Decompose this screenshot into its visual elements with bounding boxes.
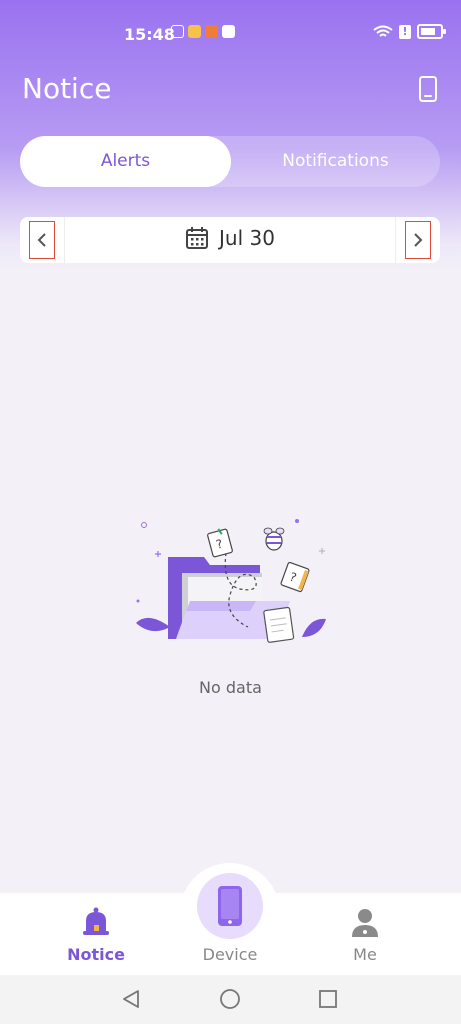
battery-icon — [417, 24, 446, 39]
previous-date-button[interactable] — [20, 217, 65, 263]
chevron-left-icon — [37, 233, 46, 247]
phone-icon — [218, 886, 242, 926]
chevron-right-icon — [414, 233, 423, 247]
back-icon — [123, 990, 139, 1008]
weibo-icon — [188, 25, 201, 38]
system-navigation-bar — [0, 975, 461, 1024]
next-date-highlight — [405, 221, 431, 259]
nav-label-device: Device — [202, 945, 258, 964]
tab-switcher: Alerts Notifications — [20, 136, 440, 187]
bottom-navigation: Notice Device Me — [0, 863, 461, 975]
status-app-icons — [171, 25, 235, 38]
nav-label-notice: Notice — [67, 945, 125, 964]
date-navigator: Jul 30 — [20, 217, 440, 263]
status-bar: 15:48 ! — [0, 0, 461, 52]
device-circle — [197, 873, 263, 939]
empty-state-text: No data — [199, 678, 262, 697]
recents-icon — [319, 990, 337, 1008]
system-back-button[interactable] — [119, 987, 143, 1011]
phone-icon — [419, 76, 437, 102]
status-right-icons: ! — [373, 24, 446, 39]
alert-icon: ! — [399, 24, 411, 39]
home-icon — [220, 989, 240, 1009]
tab-alerts[interactable]: Alerts — [20, 136, 231, 187]
tab-notifications[interactable]: Notifications — [231, 136, 440, 187]
calendar-icon — [186, 227, 208, 249]
system-home-button[interactable] — [218, 987, 242, 1011]
system-recents-button[interactable] — [316, 987, 340, 1011]
person-icon — [352, 909, 378, 937]
next-date-button[interactable] — [395, 217, 440, 263]
date-display[interactable]: Jul 30 — [185, 226, 275, 250]
video-app-icon — [205, 25, 218, 38]
page-title: Notice — [22, 72, 112, 105]
message-app-icon — [222, 25, 235, 38]
date-label: Jul 30 — [219, 226, 275, 250]
nav-label-me: Me — [353, 945, 377, 964]
wifi-icon — [373, 25, 393, 37]
bell-icon — [83, 907, 109, 935]
app-grid-icon — [171, 25, 184, 38]
previous-date-highlight — [29, 221, 55, 259]
status-time: 15:48 — [124, 25, 175, 44]
empty-folder-icon: ? ? — [136, 519, 326, 643]
device-button[interactable] — [414, 74, 442, 104]
